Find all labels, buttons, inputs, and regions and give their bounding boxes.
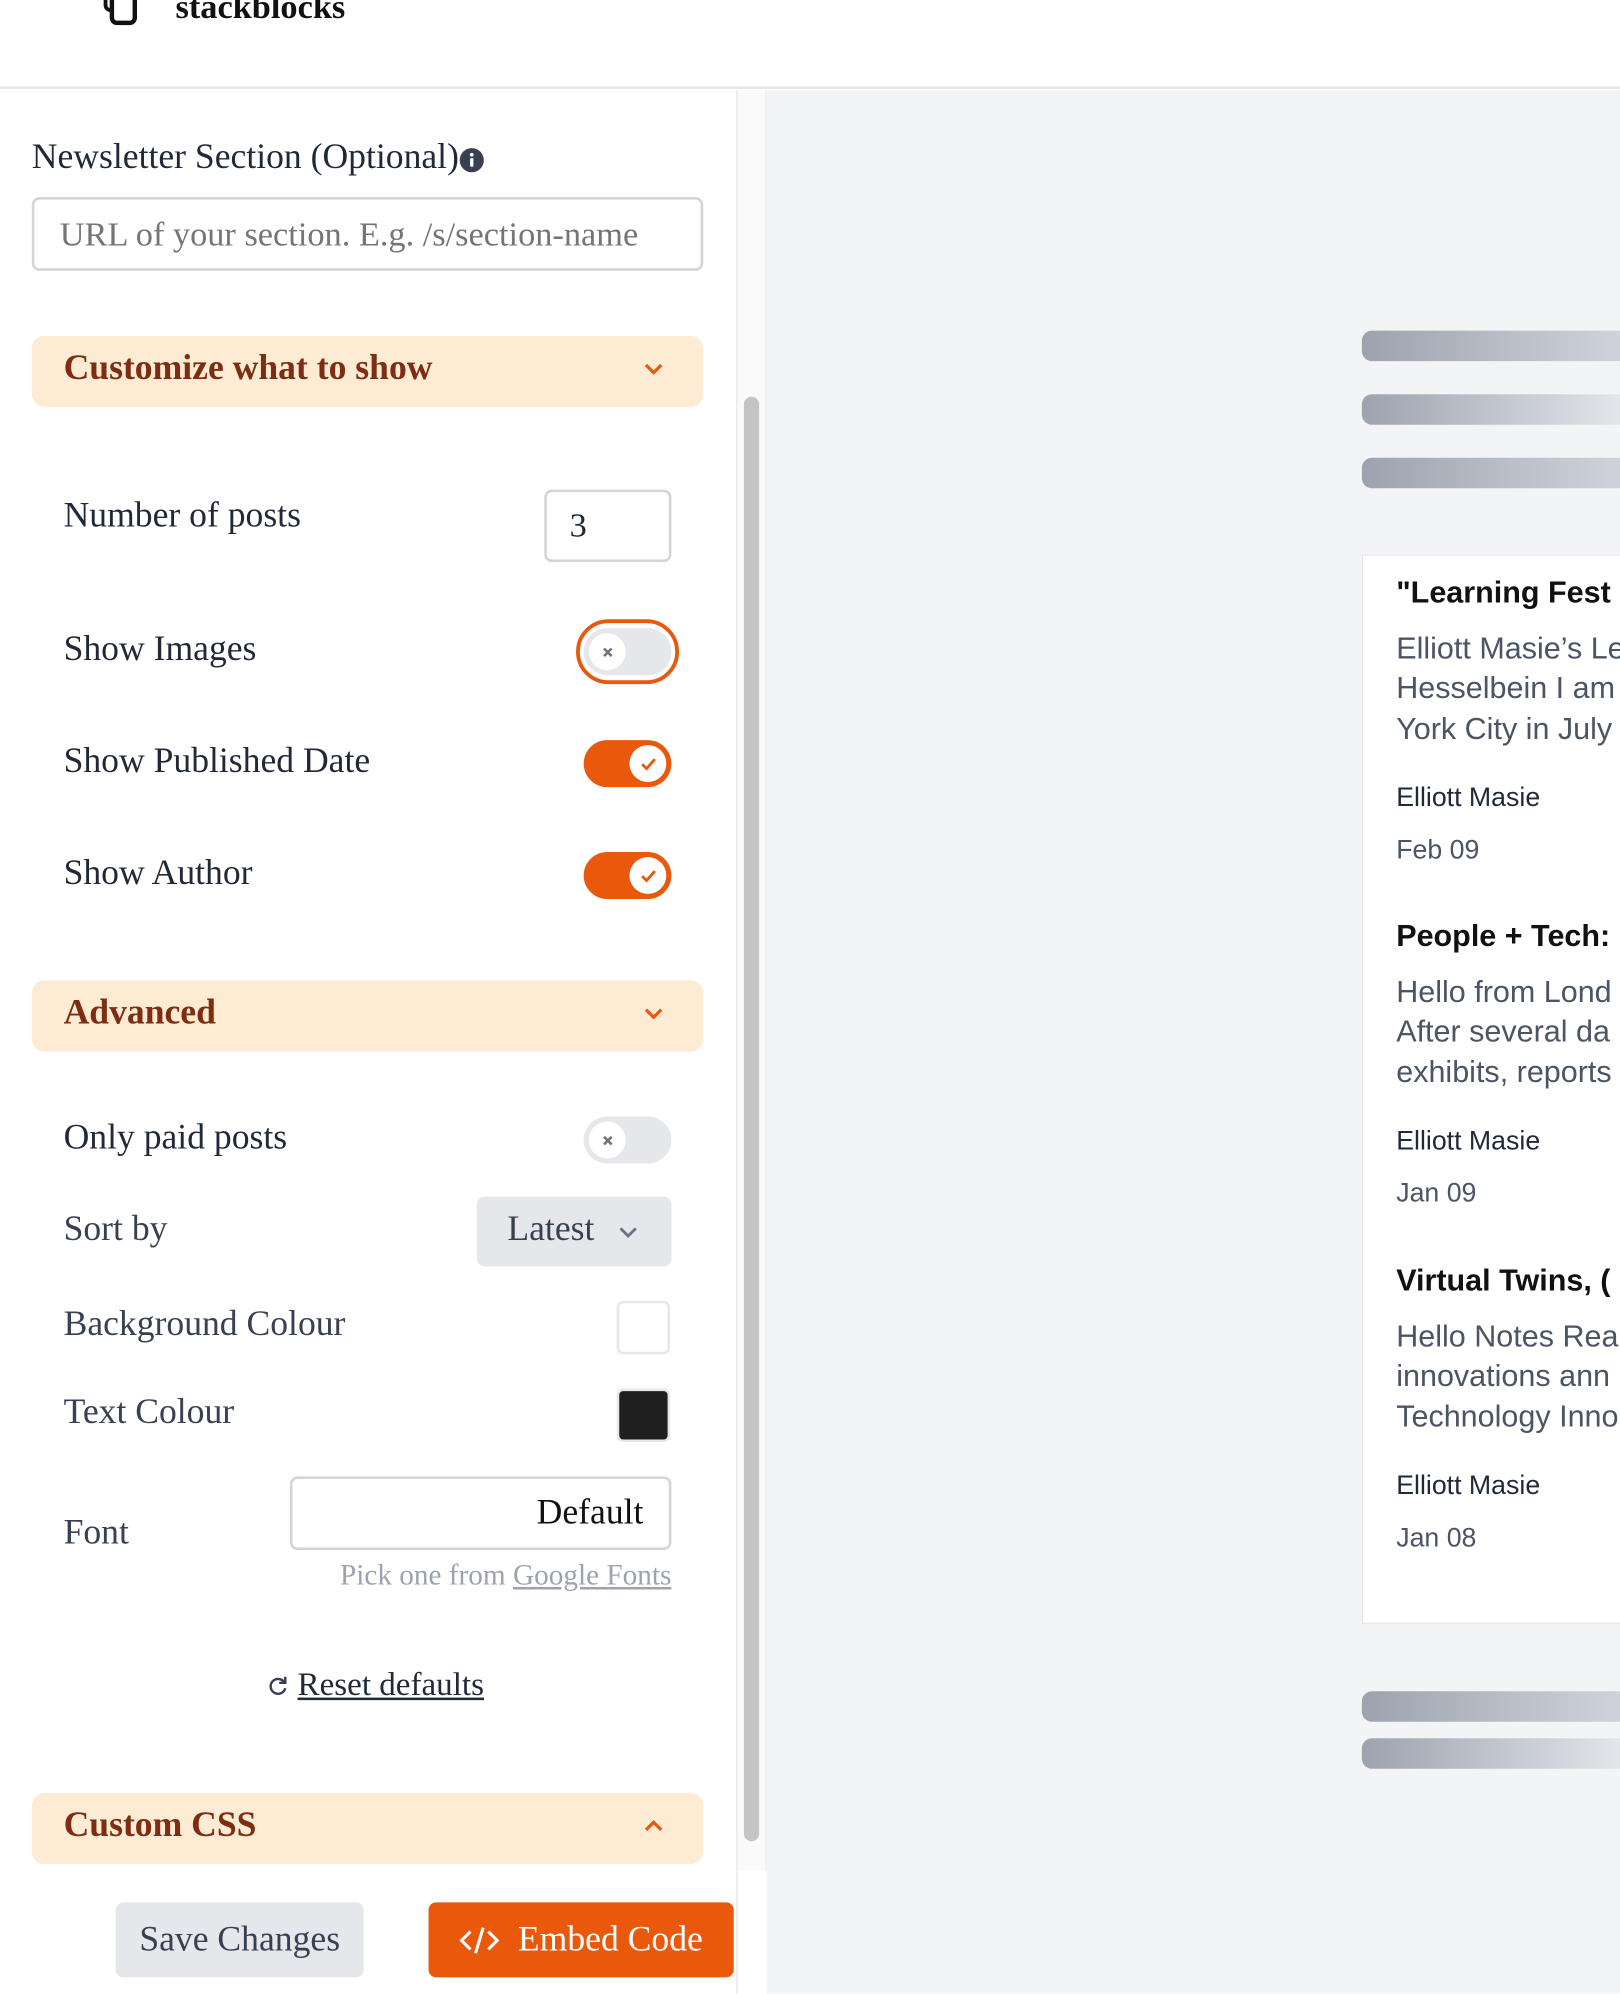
post-excerpt-line: innovations ann xyxy=(1396,1359,1611,1394)
post-title[interactable]: Virtual Twins, ( xyxy=(1396,1264,1610,1300)
save-changes-label: Save Changes xyxy=(139,1919,341,1959)
app-header: stackblocks xyxy=(0,0,1620,90)
post-excerpt-line: York City in July xyxy=(1396,712,1613,747)
google-fonts-link[interactable]: Google Fonts xyxy=(513,1559,671,1591)
number-of-posts-input[interactable] xyxy=(544,489,672,563)
skeleton-bar xyxy=(1361,394,1620,425)
skeleton-bar xyxy=(1361,1691,1620,1722)
refresh-icon xyxy=(269,1676,287,1695)
chevron-down-icon xyxy=(644,363,663,375)
only-paid-label: Only paid posts xyxy=(63,1117,288,1158)
embed-code-button[interactable]: Embed Code xyxy=(428,1902,734,1978)
show-published-date-label: Show Published Date xyxy=(63,741,371,781)
chevron-up-icon xyxy=(644,1819,663,1831)
post-excerpt-line: exhibits, reports xyxy=(1396,1055,1612,1090)
info-icon[interactable] xyxy=(459,148,484,173)
text-colour-label: Text Colour xyxy=(63,1392,235,1432)
check-icon xyxy=(640,869,656,882)
font-label: Font xyxy=(63,1513,129,1553)
sort-by-label: Sort by xyxy=(63,1209,168,1249)
post-date: Jan 09 xyxy=(1396,1178,1477,1209)
embed-code-label: Embed Code xyxy=(517,1919,703,1959)
post-date: Feb 09 xyxy=(1396,835,1480,865)
advanced-section-header[interactable]: Advanced xyxy=(31,980,704,1052)
customize-section-title: Customize what to show xyxy=(63,348,433,388)
post-excerpt-line: After several da xyxy=(1396,1014,1610,1050)
font-hint: Pick one from Google Fonts xyxy=(290,1559,671,1592)
post-excerpt-line: Technology Inno xyxy=(1396,1400,1619,1435)
chevron-down-icon xyxy=(644,1008,663,1020)
custom-css-section-header[interactable]: Custom CSS xyxy=(31,1792,704,1865)
only-paid-toggle[interactable] xyxy=(583,1116,672,1164)
section-field-label: Newsletter Section (Optional) xyxy=(31,137,459,177)
advanced-section-title: Advanced xyxy=(63,993,216,1033)
post-title[interactable]: People + Tech: xyxy=(1396,919,1610,955)
number-of-posts-label: Number of posts xyxy=(63,495,301,536)
post-excerpt-line: Elliott Masie’s Le xyxy=(1396,631,1620,667)
scrollbar-thumb[interactable] xyxy=(743,396,760,1842)
post-author: Elliott Masie xyxy=(1396,1471,1541,1501)
font-input[interactable] xyxy=(289,1476,672,1551)
skeleton-bar xyxy=(1361,457,1620,489)
show-published-date-toggle[interactable] xyxy=(583,740,672,788)
background-colour-label: Background Colour xyxy=(63,1304,346,1345)
chevron-down-icon xyxy=(619,1227,637,1238)
post-excerpt-line: Hesselbein I am xyxy=(1396,671,1616,706)
code-icon xyxy=(459,1926,500,1953)
post-excerpt-line: Hello from Lond xyxy=(1396,975,1612,1010)
section-url-input[interactable] xyxy=(31,197,704,271)
post-title[interactable]: "Learning Fest xyxy=(1396,576,1611,612)
save-changes-button[interactable]: Save Changes xyxy=(115,1902,364,1978)
post-author: Elliott Masie xyxy=(1396,1126,1541,1156)
reset-defaults-button[interactable]: Reset defaults xyxy=(267,1666,484,1704)
custom-css-section-title: Custom CSS xyxy=(63,1805,257,1846)
sort-by-value: Latest xyxy=(507,1209,595,1249)
posts-preview-card: "Learning Fest Elliott Masie’s Le Hessel… xyxy=(1361,554,1620,1624)
font-hint-text: Pick one from xyxy=(339,1558,506,1591)
reset-defaults-label: Reset defaults xyxy=(297,1665,484,1703)
show-author-toggle[interactable] xyxy=(583,851,672,900)
x-icon xyxy=(602,646,612,657)
post-author: Elliott Masie xyxy=(1396,783,1541,813)
show-images-label: Show Images xyxy=(63,629,257,669)
stackblocks-logo-icon xyxy=(103,0,138,26)
background-colour-swatch[interactable] xyxy=(616,1300,671,1355)
skeleton-bar xyxy=(1361,330,1620,362)
customize-section-header[interactable]: Customize what to show xyxy=(31,335,704,407)
x-icon xyxy=(602,1135,612,1145)
post-excerpt-line: Hello Notes Rea xyxy=(1396,1319,1619,1355)
text-colour-swatch[interactable] xyxy=(616,1388,671,1442)
check-icon xyxy=(640,757,656,771)
show-author-label: Show Author xyxy=(63,853,253,893)
sort-by-select[interactable]: Latest xyxy=(476,1196,672,1267)
post-date: Jan 08 xyxy=(1396,1523,1477,1553)
app-name: stackblocks xyxy=(175,0,346,26)
show-images-toggle[interactable] xyxy=(583,628,672,676)
skeleton-bar xyxy=(1361,1738,1620,1769)
